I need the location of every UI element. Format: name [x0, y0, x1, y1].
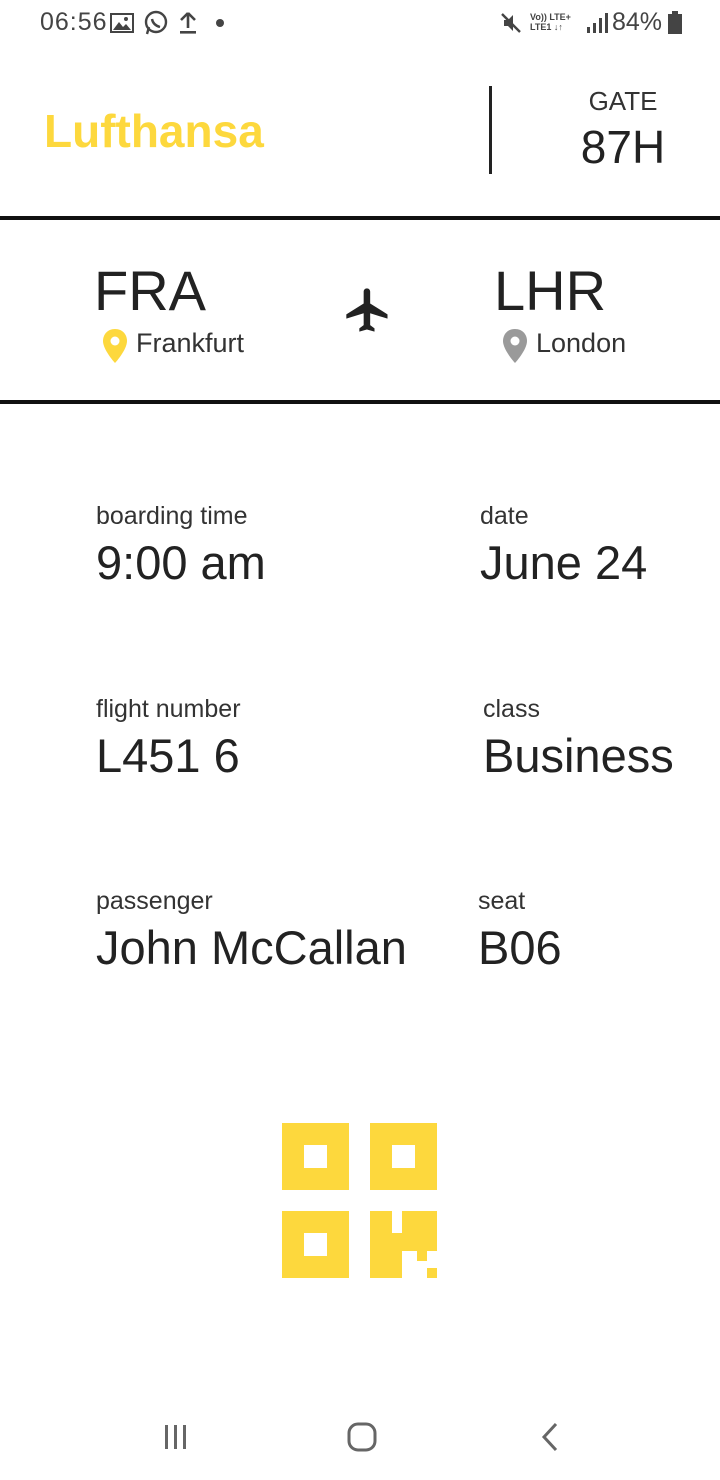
flight-number-value: L451 6: [96, 729, 240, 782]
upload-icon: [178, 10, 198, 36]
network-indicator: Vo)) LTE+ LTE1 ↓↑: [530, 12, 571, 32]
image-icon: [110, 10, 134, 36]
date-value: June 24: [480, 536, 648, 589]
home-button[interactable]: [340, 1415, 384, 1459]
qr-code-icon: [282, 1123, 438, 1279]
passenger-label: passenger: [96, 887, 213, 915]
whatsapp-icon: [143, 10, 169, 36]
status-time: 06:56: [40, 8, 108, 36]
route-bottom-divider: [0, 400, 720, 404]
destination-city: London: [536, 328, 627, 358]
network-top: Vo)) LTE+: [530, 12, 571, 22]
class-value: Business: [483, 729, 674, 782]
destination-code: LHR: [494, 259, 607, 322]
seat-value: B06: [478, 921, 562, 974]
battery-percentage: 84%: [611, 8, 662, 36]
seat-label: seat: [478, 887, 526, 915]
gate-value: 87H: [580, 121, 666, 173]
home-icon: [347, 1422, 377, 1452]
origin-code: FRA: [94, 259, 206, 322]
recent-apps-button[interactable]: [155, 1415, 195, 1459]
back-button[interactable]: [530, 1415, 570, 1459]
location-pin-icon: [501, 328, 529, 364]
date-label: date: [480, 502, 529, 530]
airplane-icon: [342, 284, 394, 341]
boarding-time-label: boarding time: [96, 502, 248, 530]
passenger-value: John McCallan: [96, 921, 407, 974]
mute-icon: [500, 10, 522, 36]
gate-label: GATE: [588, 86, 658, 116]
origin-city: Frankfurt: [136, 328, 245, 358]
location-pin-icon: [101, 328, 129, 364]
header-divider: [489, 86, 492, 174]
flight-number-label: flight number: [96, 695, 241, 723]
airline-logo-text: Lufthansa: [44, 105, 264, 157]
boarding-time-value: 9:00 am: [96, 536, 266, 589]
recent-apps-icon: [165, 1425, 186, 1449]
dot-icon: [215, 10, 225, 36]
route-top-divider: [0, 216, 720, 220]
battery-icon: [667, 10, 683, 36]
network-bottom: LTE1 ↓↑: [530, 22, 563, 32]
back-icon: [541, 1422, 558, 1452]
signal-icon: [586, 10, 608, 36]
class-label: class: [483, 695, 540, 723]
